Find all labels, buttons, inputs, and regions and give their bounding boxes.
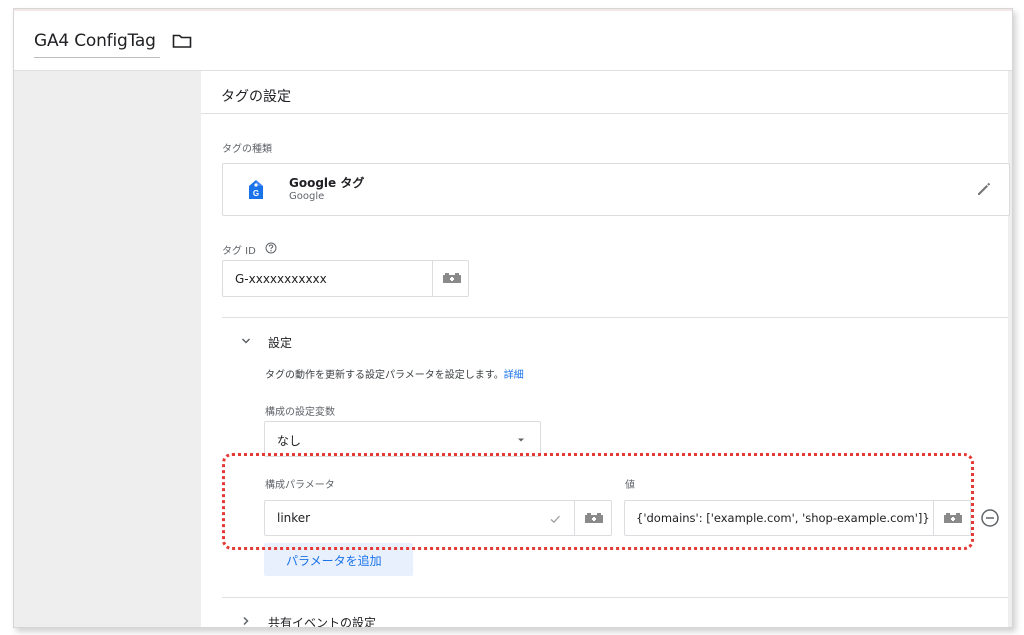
section-title: タグの設定 bbox=[221, 89, 291, 105]
tag-id-label: タグ ID bbox=[222, 246, 256, 257]
settings-description: タグの動作を更新する設定パラメータを設定します。詳細 bbox=[265, 366, 524, 381]
divider bbox=[222, 597, 1008, 598]
chevron-right-icon[interactable] bbox=[240, 615, 252, 627]
tag-type-label: タグの種類 bbox=[222, 144, 272, 155]
tag-id-field[interactable]: G-xxxxxxxxxxx bbox=[222, 260, 469, 297]
right-background bbox=[1008, 71, 1012, 627]
config-var-label: 構成の設定変数 bbox=[265, 407, 335, 418]
header: GA4 ConfigTag bbox=[14, 11, 1012, 71]
tag-id-value: G-xxxxxxxxxxx bbox=[235, 272, 327, 286]
settings-section-title[interactable]: 設定 bbox=[268, 334, 292, 351]
tag-name-input[interactable]: GA4 ConfigTag bbox=[34, 31, 156, 51]
config-var-select[interactable]: なし bbox=[264, 421, 541, 457]
divider bbox=[201, 113, 1008, 114]
google-tag-icon: G bbox=[249, 180, 263, 199]
tag-type-name: Google タグ bbox=[289, 176, 365, 190]
left-background bbox=[14, 71, 201, 627]
help-icon[interactable] bbox=[265, 242, 277, 254]
shared-event-section-title[interactable]: 共有イベントの設定 bbox=[268, 614, 376, 627]
folder-icon[interactable] bbox=[172, 33, 192, 49]
divider bbox=[222, 317, 1008, 318]
pencil-icon[interactable] bbox=[975, 180, 993, 198]
variable-brick-icon bbox=[443, 273, 461, 283]
tag-type-card[interactable]: G Google タグ Google bbox=[222, 163, 1010, 216]
details-link[interactable]: 詳細 bbox=[504, 370, 524, 381]
variable-picker-button[interactable] bbox=[432, 261, 469, 296]
tag-name-underline bbox=[34, 57, 160, 58]
add-parameter-label: パラメータを追加 bbox=[286, 554, 382, 568]
remove-row-icon[interactable] bbox=[980, 508, 1000, 528]
settings-description-text: タグの動作を更新する設定パラメータを設定します。 bbox=[265, 370, 504, 381]
chevron-down-icon[interactable] bbox=[240, 335, 252, 347]
tag-type-vendor: Google bbox=[289, 191, 325, 202]
svg-text:G: G bbox=[253, 189, 259, 198]
config-var-value: なし bbox=[277, 434, 302, 448]
highlight-annotation bbox=[222, 453, 974, 550]
dropdown-arrow-icon bbox=[518, 438, 524, 442]
